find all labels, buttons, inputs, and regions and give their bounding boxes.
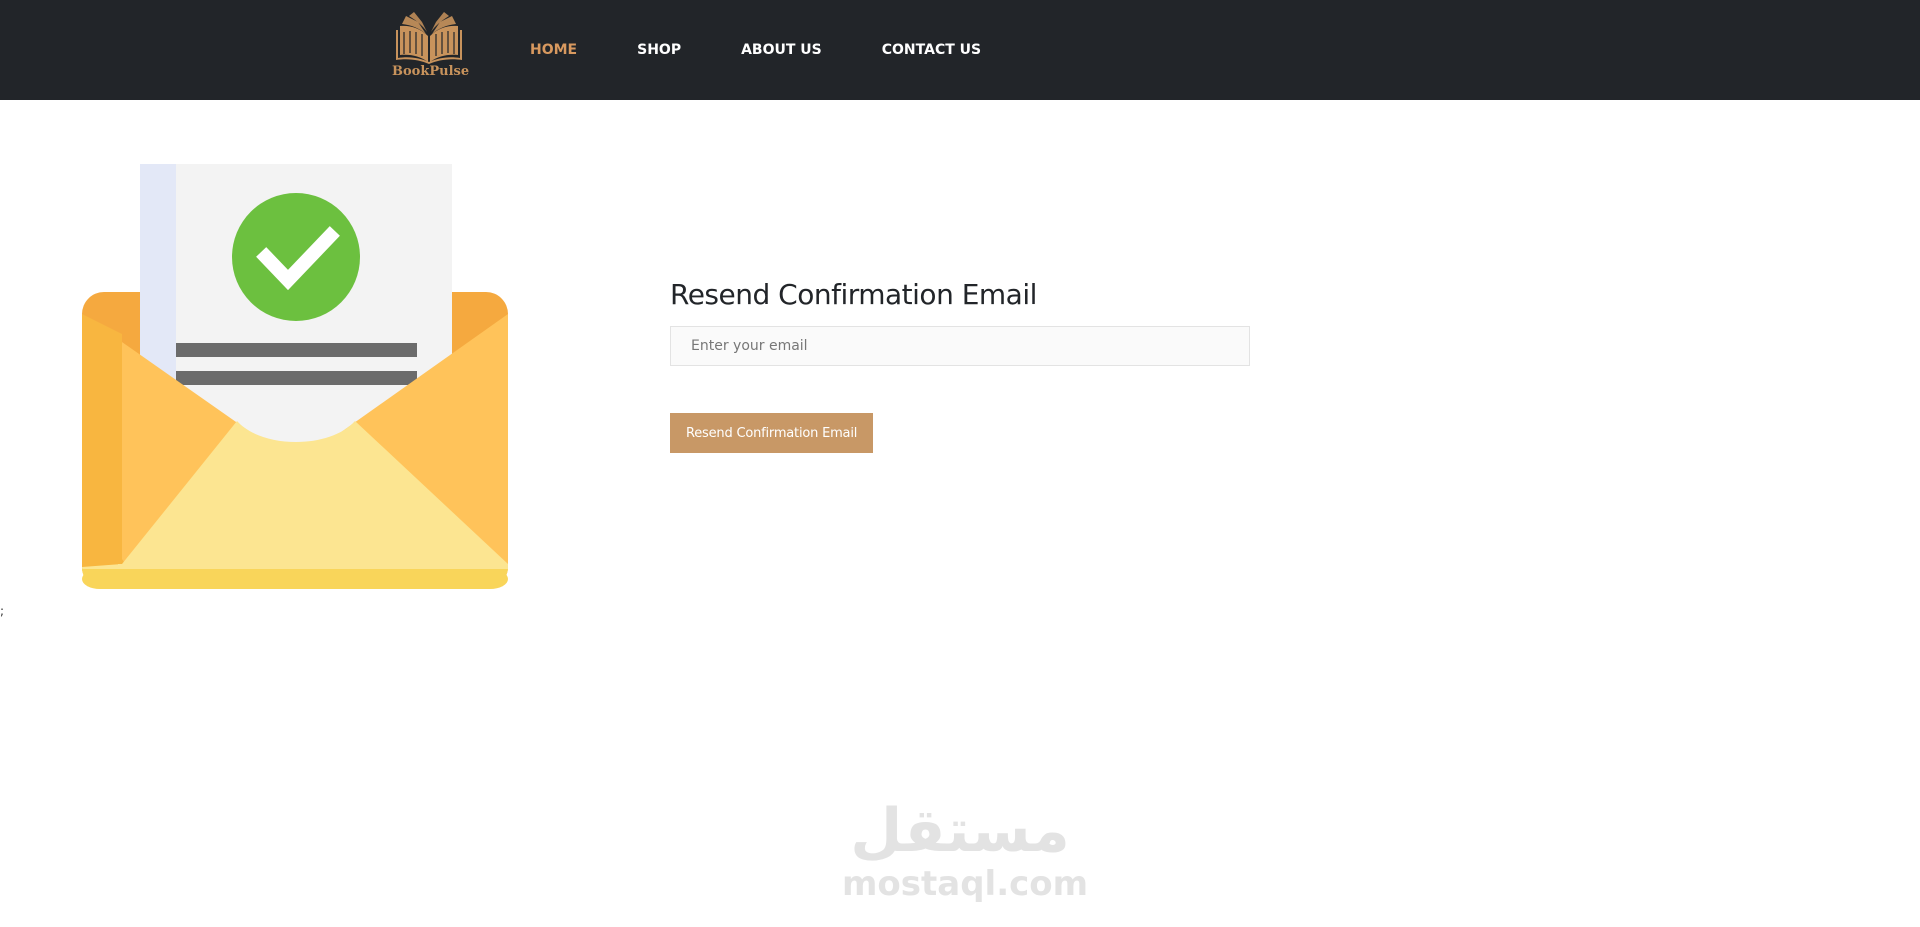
watermark: مستقل mostaql.com	[842, 796, 1089, 908]
main-nav: HOME SHOP ABOUT US CONTACT US	[530, 40, 1041, 60]
nav-item-about-us[interactable]: ABOUT US	[741, 40, 822, 60]
top-navbar: BookPulse HOME SHOP ABOUT US CONTACT US	[0, 0, 1920, 100]
brand-logo[interactable]: BookPulse	[392, 12, 470, 82]
email-confirmed-envelope-icon	[82, 164, 508, 589]
open-book-icon	[396, 12, 462, 64]
watermark-arabic: مستقل	[850, 796, 1070, 866]
brand-name: BookPulse	[392, 64, 470, 79]
email-input[interactable]	[670, 326, 1250, 366]
nav-item-shop[interactable]: SHOP	[637, 40, 681, 60]
stray-semicolon: ;	[0, 604, 5, 618]
watermark-latin: mostaql.com	[842, 864, 1089, 904]
nav-item-home[interactable]: HOME	[530, 40, 577, 60]
nav-item-contact-us[interactable]: CONTACT US	[882, 40, 981, 60]
resend-confirmation-button[interactable]: Resend Confirmation Email	[670, 413, 874, 453]
email-illustration	[82, 164, 508, 589]
page-title: Resend Confirmation Email	[670, 278, 1037, 311]
resend-confirmation-form: Resend Confirmation Email Resend Confirm…	[670, 276, 1250, 453]
